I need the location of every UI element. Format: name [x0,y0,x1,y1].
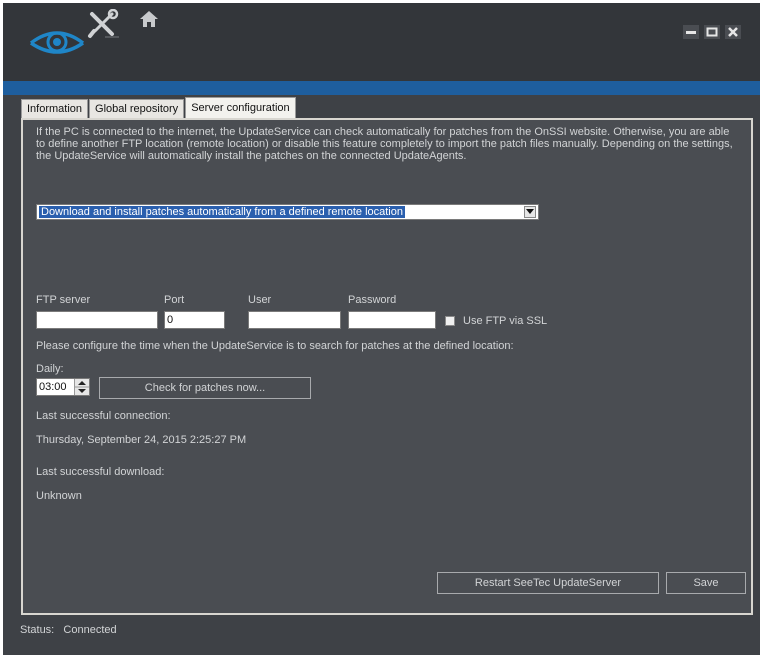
tab-information[interactable]: Information [21,99,89,118]
save-button[interactable]: Save [666,572,746,594]
close-icon[interactable] [725,25,741,39]
status-label: Status: [20,624,55,636]
update-mode-value: Download and install patches automatical… [39,206,405,218]
last-download-label: Last successful download: [36,466,165,478]
description-text: If the PC is connected to the internet, … [36,126,733,162]
use-ftp-ssl-checkbox[interactable] [445,316,455,326]
title-bar [3,3,760,81]
restart-server-button[interactable]: Restart SeeTec UpdateServer [437,572,659,594]
last-connection-value: Thursday, September 24, 2015 2:25:27 PM [36,434,247,446]
schedule-instruction: Please configure the time when the Updat… [36,340,514,352]
time-spinner[interactable]: 03:00 [36,378,90,396]
use-ftp-ssl-label: Use FTP via SSL [463,315,548,327]
tab-global-repository[interactable]: Global repository [89,99,185,118]
last-connection-label: Last successful connection: [36,410,171,422]
user-label: User [248,294,272,306]
port-input[interactable]: 0 [164,311,225,329]
tools-icon[interactable] [87,8,121,44]
password-input[interactable] [348,311,436,329]
status-bar: Status: Connected [20,624,117,636]
spinner-arrows-icon[interactable] [74,379,89,395]
tab-strip: Information Global repository Server con… [21,97,297,118]
eye-logo-icon [29,21,85,62]
home-icon[interactable] [139,9,159,34]
status-value: Connected [63,624,117,636]
accent-bar [3,81,760,95]
check-for-patches-button[interactable]: Check for patches now... [99,377,311,399]
minimize-icon[interactable] [683,25,699,39]
ftp-server-input[interactable] [36,311,158,329]
chevron-down-icon[interactable] [524,206,536,218]
tab-server-configuration[interactable]: Server configuration [185,97,296,118]
port-label: Port [164,294,185,306]
last-download-value: Unknown [36,490,82,502]
password-label: Password [348,294,397,306]
daily-label: Daily: [36,363,64,375]
maximize-icon[interactable] [704,25,720,39]
ftp-server-label: FTP server [36,294,91,306]
user-input[interactable] [248,311,341,329]
server-configuration-panel: If the PC is connected to the internet, … [21,118,753,615]
time-value: 03:00 [39,381,67,393]
update-mode-dropdown[interactable]: Download and install patches automatical… [36,204,539,220]
